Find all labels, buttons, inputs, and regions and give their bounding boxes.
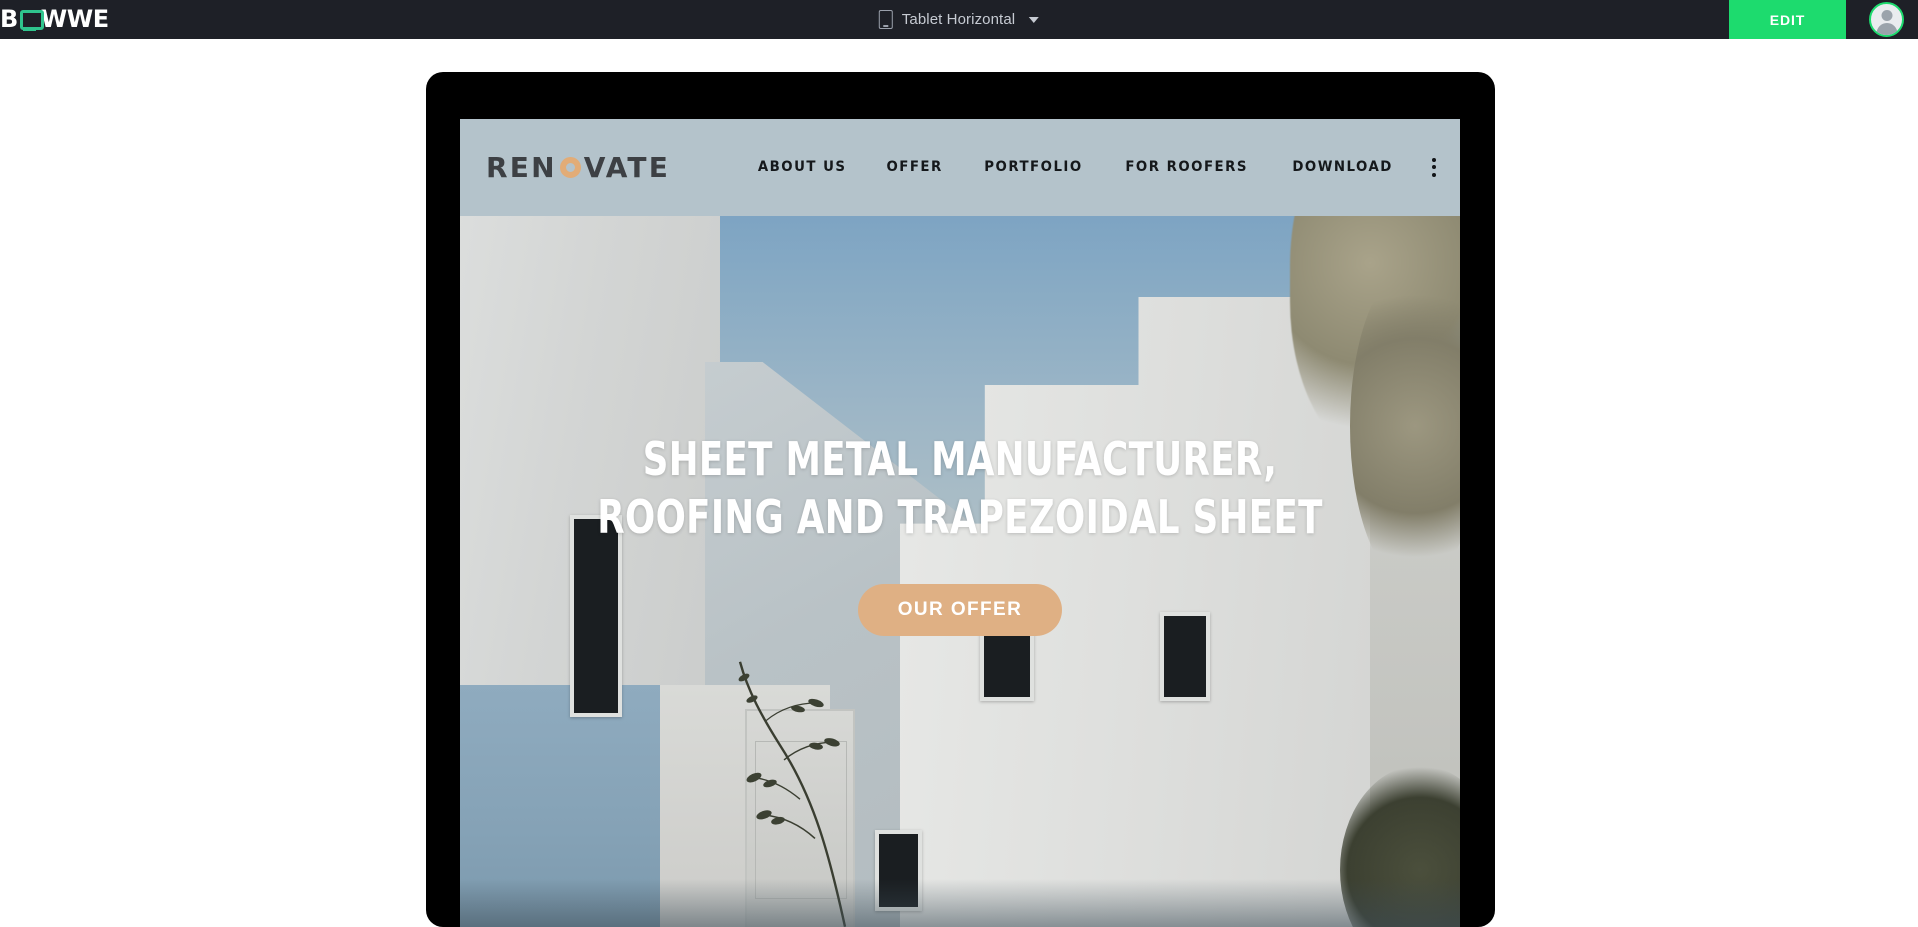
- device-selector-label: Tablet Horizontal: [901, 11, 1016, 28]
- edit-button[interactable]: EDIT: [1729, 0, 1846, 39]
- bowwe-logo-text: B WWE: [0, 7, 109, 31]
- tablet-icon: [878, 10, 893, 29]
- builder-top-bar: B WWE Tablet Horizontal EDIT: [0, 0, 1918, 39]
- avatar-body-shape: [1876, 23, 1897, 35]
- site-logo-suffix: VATE: [583, 150, 671, 184]
- site-navbar: REN VATE ABOUT US OFFER PORTFOLIO FOR RO…: [460, 119, 1460, 216]
- site-logo-renovate[interactable]: REN VATE: [486, 151, 670, 184]
- kebab-dot: [1432, 172, 1436, 177]
- kebab-dot: [1432, 157, 1436, 162]
- hero-section: SHEET METAL MANUFACTURER, ROOFING AND TR…: [460, 119, 1460, 927]
- bowwe-o-mark-icon: [19, 9, 44, 31]
- our-offer-button[interactable]: OUR OFFER: [857, 584, 1063, 637]
- chevron-down-icon: [1029, 16, 1040, 23]
- device-selector[interactable]: Tablet Horizontal: [869, 0, 1049, 39]
- device-screen[interactable]: REN VATE ABOUT US OFFER PORTFOLIO FOR RO…: [460, 119, 1460, 927]
- site-logo-prefix: REN: [486, 150, 557, 184]
- kebab-menu-icon[interactable]: [1432, 157, 1436, 177]
- nav-item-offer[interactable]: OFFER: [871, 159, 959, 175]
- bowwe-logo-suffix: WWE: [40, 5, 109, 33]
- nav-item-portfolio[interactable]: PORTFOLIO: [968, 159, 1098, 175]
- nav-item-for-roofers[interactable]: FOR ROOFERS: [1110, 159, 1264, 175]
- bowwe-logo[interactable]: B WWE: [0, 4, 109, 34]
- nav-item-about-us[interactable]: ABOUT US: [742, 159, 862, 175]
- avatar-head-shape: [1881, 10, 1892, 21]
- nav-item-download[interactable]: DOWNLOAD: [1277, 159, 1409, 175]
- renovate-o-ring-icon: [559, 156, 581, 178]
- device-frame-tablet: REN VATE ABOUT US OFFER PORTFOLIO FOR RO…: [426, 72, 1495, 927]
- editor-canvas: REN VATE ABOUT US OFFER PORTFOLIO FOR RO…: [0, 39, 1918, 927]
- hero-title: SHEET METAL MANUFACTURER, ROOFING AND TR…: [597, 431, 1323, 544]
- bowwe-logo-prefix: B: [0, 5, 18, 33]
- user-avatar[interactable]: [1869, 2, 1904, 37]
- kebab-dot: [1432, 165, 1436, 170]
- user-avatar-icon: [1869, 2, 1904, 37]
- site-nav-menu: ABOUT US OFFER PORTFOLIO FOR ROOFERS DOW…: [737, 157, 1438, 177]
